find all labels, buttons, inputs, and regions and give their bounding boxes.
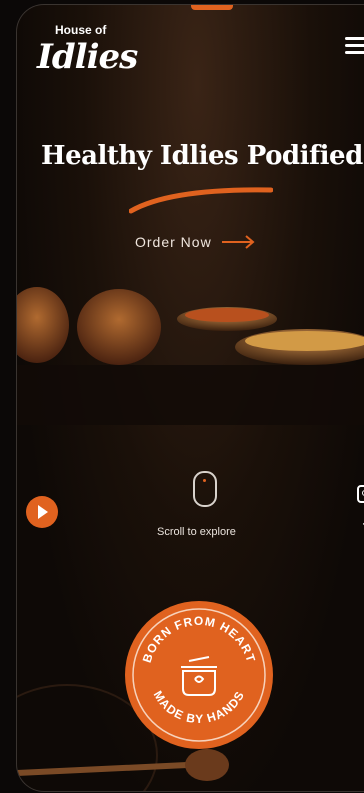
social-links: f: [355, 485, 364, 538]
scroll-hint: Scroll to explore: [157, 526, 236, 538]
food-image: [17, 287, 364, 425]
menu-icon[interactable]: [345, 37, 364, 55]
arrow-right-icon: [221, 235, 255, 249]
instagram-icon[interactable]: [357, 485, 364, 503]
born-from-heart-badge: BORN FROM HEART MADE BY HANDS: [125, 601, 273, 749]
pot-icon: [181, 656, 217, 696]
notch-accent: [191, 5, 233, 10]
order-now-button[interactable]: Order Now: [135, 234, 256, 250]
phone-frame: House of Idlies Healthy Idlies Podified …: [16, 4, 364, 792]
swoosh-decoration: [129, 187, 273, 214]
svg-text:MADE BY HANDS: MADE BY HANDS: [151, 688, 248, 726]
order-now-label: Order Now: [135, 234, 212, 250]
play-button[interactable]: [26, 496, 58, 528]
badge-top-text: BORN FROM HEART: [140, 614, 258, 664]
brand-top: House of: [55, 23, 107, 37]
mouse-icon: [193, 471, 217, 507]
brand-main: Idlies: [37, 37, 138, 77]
page-title: Healthy Idlies Podified: [41, 141, 363, 171]
svg-text:BORN FROM HEART: BORN FROM HEART: [140, 614, 259, 664]
badge-bottom-text: MADE BY HANDS: [151, 688, 247, 726]
brand-logo[interactable]: House of Idlies: [37, 21, 157, 91]
